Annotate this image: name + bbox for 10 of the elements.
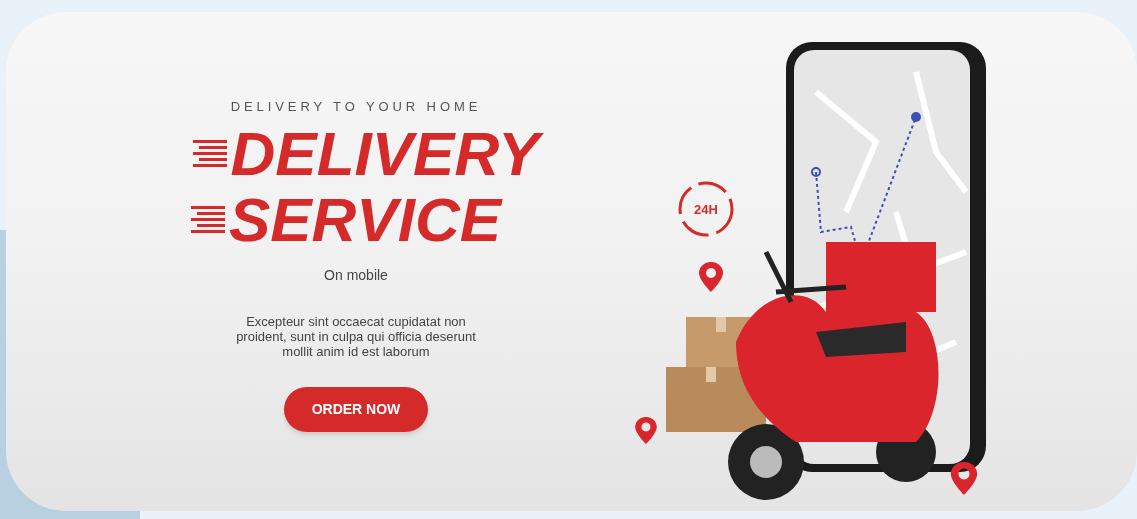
- eyebrow-text: DELIVERY TO YOUR HOME: [230, 98, 482, 117]
- map-pin-icon: [950, 461, 978, 495]
- body-paragraph: Excepteur sint occaecat cupidatat non proident, sunt in culpa qui officia deserunt mollit anim id est laborum: [235, 313, 477, 359]
- map-pin-icon: [635, 416, 657, 444]
- subtitle-text: On mobile: [324, 265, 388, 285]
- clock-24h-icon: [678, 181, 734, 236]
- headline-text: SERVICE: [228, 186, 502, 253]
- map-pin-icon: [699, 261, 723, 292]
- badge-text: 24H: [694, 201, 718, 217]
- order-now-button[interactable]: ORDER NOW: [283, 386, 429, 432]
